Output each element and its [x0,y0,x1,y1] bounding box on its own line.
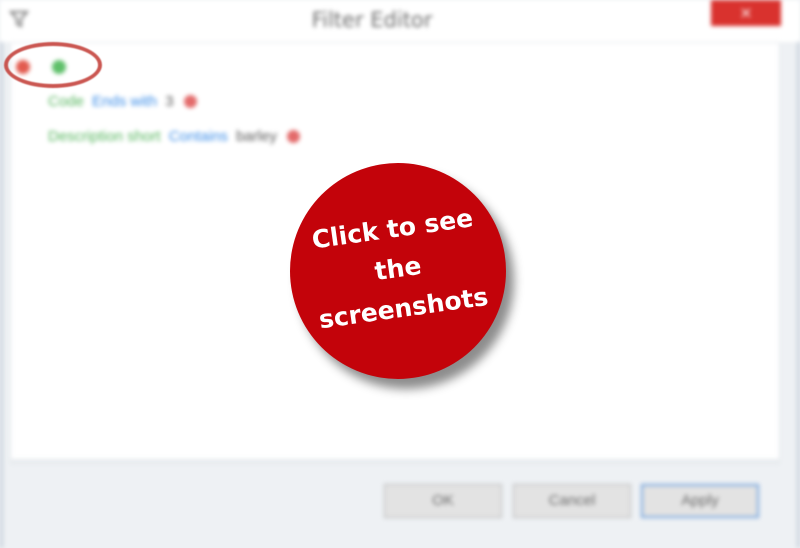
apply-button[interactable]: Apply [641,484,759,518]
window-border [0,0,3,548]
cancel-button[interactable]: Cancel [513,484,631,518]
remove-condition-icon[interactable] [183,95,197,108]
window-title: Filter Editor [311,8,433,32]
condition-operator[interactable]: Ends with [92,93,157,110]
ok-button[interactable]: OK [384,484,502,518]
condition-field[interactable]: Description short [48,128,161,145]
remove-condition-icon[interactable] [287,130,301,143]
condition-value[interactable]: 3 [165,93,173,110]
close-button[interactable]: × [711,0,781,26]
filter-condition: Code Ends with 3 [48,91,201,113]
condition-value[interactable]: barley [236,128,277,145]
condition-field[interactable]: Code [48,93,84,110]
footer-divider [10,462,780,463]
page: Filter Editor × Code Ends with 3 Descrip… [0,0,800,548]
filter-condition: Description short Contains barley [48,126,304,148]
badge-text: Click to see the screenshots [283,195,514,344]
screenshots-link-badge[interactable]: Click to see the screenshots [290,163,506,379]
condition-operator[interactable]: Contains [169,128,228,145]
highlight-ring [4,42,102,88]
title-bar: Filter Editor × [0,0,800,42]
